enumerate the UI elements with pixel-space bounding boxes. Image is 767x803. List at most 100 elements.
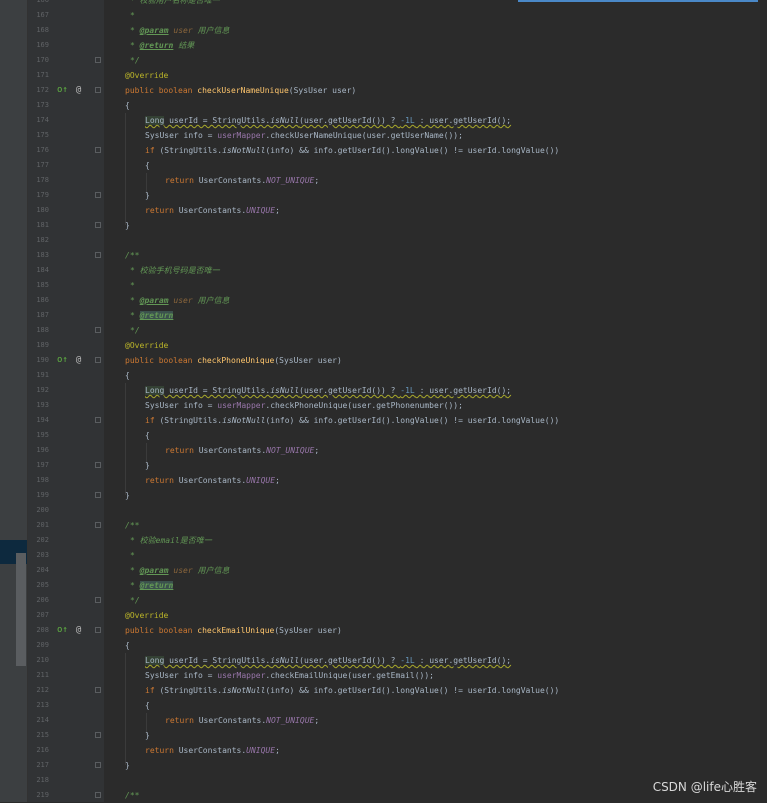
code-line: 176 if (StringUtils.isNotNull(info) && in… bbox=[0, 143, 767, 158]
brace: { bbox=[125, 641, 130, 650]
line-number: 173 bbox=[36, 101, 49, 109]
override-marker-icon[interactable]: o↑ @ bbox=[57, 623, 81, 638]
line-number: 192 bbox=[36, 386, 49, 394]
fold-icon[interactable] bbox=[95, 252, 101, 258]
fold-icon[interactable] bbox=[95, 792, 101, 798]
line-number: 180 bbox=[36, 206, 49, 214]
line-number: 179 bbox=[36, 191, 49, 199]
method-name: checkPhoneUnique bbox=[197, 356, 275, 365]
fold-icon[interactable] bbox=[95, 327, 101, 333]
code-editor[interactable]: 166 * 校验用户名称是否唯一 167 * 168 * @param user 用户… bbox=[0, 0, 767, 803]
code-line: 203 * bbox=[0, 548, 767, 563]
code-line: 201 /** bbox=[0, 518, 767, 533]
method-signature: public boolean checkPhoneUnique(SysUser … bbox=[125, 356, 342, 365]
doc-comment: * 校验email是否唯一 bbox=[130, 536, 212, 545]
line-number: 214 bbox=[36, 716, 49, 724]
fold-icon[interactable] bbox=[95, 687, 101, 693]
code-line: 181} bbox=[0, 218, 767, 233]
fold-icon[interactable] bbox=[95, 357, 101, 363]
fold-icon[interactable] bbox=[95, 492, 101, 498]
line-number: 200 bbox=[36, 506, 49, 514]
fold-icon[interactable] bbox=[95, 732, 101, 738]
line-number: 183 bbox=[36, 251, 49, 259]
line-number: 216 bbox=[36, 746, 49, 754]
brace: } bbox=[145, 191, 150, 200]
brace: { bbox=[145, 431, 150, 440]
line-number: 187 bbox=[36, 311, 49, 319]
statement-userid: Long userId = StringUtils.isNull(user.ge… bbox=[145, 116, 512, 125]
doc-comment: * bbox=[130, 281, 135, 290]
doc-comment: * @param user 用户信息 bbox=[130, 566, 230, 575]
line-number: 199 bbox=[36, 491, 49, 499]
code-line: 173 { bbox=[0, 98, 767, 113]
line-number: 194 bbox=[36, 416, 49, 424]
doc-comment: */ bbox=[130, 56, 140, 65]
line-number: 188 bbox=[36, 326, 49, 334]
fold-icon[interactable] bbox=[95, 57, 101, 63]
code-line: 216 return UserConstants.UNIQUE; bbox=[0, 743, 767, 758]
line-number: 201 bbox=[36, 521, 49, 529]
code-line: 170 */ bbox=[0, 53, 767, 68]
fold-icon[interactable] bbox=[95, 87, 101, 93]
code-line: 215} bbox=[0, 728, 767, 743]
doc-tag-return: @return bbox=[139, 41, 174, 50]
line-number: 191 bbox=[36, 371, 49, 379]
code-line: 180 return UserConstants.UNIQUE; bbox=[0, 203, 767, 218]
override-marker-icon[interactable]: o↑ @ bbox=[57, 353, 81, 368]
brace: } bbox=[125, 221, 130, 230]
code-line: 196 return UserConstants.NOT_UNIQUE; bbox=[0, 443, 767, 458]
code-line: 211 SysUser info = userMapper.checkEmailU… bbox=[0, 668, 767, 683]
code-line: 212 if (StringUtils.isNotNull(info) && in… bbox=[0, 683, 767, 698]
line-number: 207 bbox=[36, 611, 49, 619]
code-line: 192 Long userId = StringUtils.isNull(user… bbox=[0, 383, 767, 398]
method-signature: public boolean checkUserNameUnique(SysUs… bbox=[125, 86, 357, 95]
doc-comment: /** bbox=[125, 251, 140, 260]
line-number: 198 bbox=[36, 476, 49, 484]
code-line: 193 SysUser info = userMapper.checkPhoneU… bbox=[0, 398, 767, 413]
statement-if: if (StringUtils.isNotNull(info) && info.… bbox=[145, 686, 560, 695]
fold-icon[interactable] bbox=[95, 462, 101, 468]
line-number: 218 bbox=[36, 776, 49, 784]
code-line: 202 * 校验email是否唯一 bbox=[0, 533, 767, 548]
code-line: 210 Long userId = StringUtils.isNull(user… bbox=[0, 653, 767, 668]
code-line: 204 * @param user 用户信息 bbox=[0, 563, 767, 578]
code-line: 178 return UserConstants.NOT_UNIQUE; bbox=[0, 173, 767, 188]
doc-comment: * 校验用户名称是否唯一 bbox=[130, 0, 220, 5]
statement-return: return UserConstants.NOT_UNIQUE; bbox=[165, 716, 320, 725]
line-number: 190 bbox=[36, 356, 49, 364]
code-line: 194 if (StringUtils.isNotNull(info) && in… bbox=[0, 413, 767, 428]
line-number: 166 bbox=[36, 0, 49, 4]
code-line: 206 */ bbox=[0, 593, 767, 608]
code-line: 200 bbox=[0, 503, 767, 518]
line-number: 215 bbox=[36, 731, 49, 739]
fold-icon[interactable] bbox=[95, 417, 101, 423]
doc-comment: * @return bbox=[130, 311, 174, 320]
code-line: 185 * bbox=[0, 278, 767, 293]
line-number: 210 bbox=[36, 656, 49, 664]
code-line: 195 { bbox=[0, 428, 767, 443]
fold-icon[interactable] bbox=[95, 522, 101, 528]
statement-userid: Long userId = StringUtils.isNull(user.ge… bbox=[145, 386, 512, 395]
statement-info: SysUser info = userMapper.checkUserNameU… bbox=[145, 131, 463, 140]
fold-icon[interactable] bbox=[95, 597, 101, 603]
statement-info: SysUser info = userMapper.checkPhoneUniq… bbox=[145, 401, 463, 410]
doc-tag-return: @return bbox=[139, 581, 174, 590]
fold-icon[interactable] bbox=[95, 762, 101, 768]
fold-icon[interactable] bbox=[95, 147, 101, 153]
line-number: 176 bbox=[36, 146, 49, 154]
line-number: 181 bbox=[36, 221, 49, 229]
doc-comment: * @param user 用户信息 bbox=[130, 26, 230, 35]
override-marker-icon[interactable]: o↑ @ bbox=[57, 83, 81, 98]
line-number: 205 bbox=[36, 581, 49, 589]
doc-tag-param: @param bbox=[139, 26, 169, 35]
method-signature: public boolean checkEmailUnique(SysUser … bbox=[125, 626, 342, 635]
code-line: 169 * @return 结果 bbox=[0, 38, 767, 53]
line-number: 185 bbox=[36, 281, 49, 289]
statement-return: return UserConstants.UNIQUE; bbox=[145, 206, 280, 215]
fold-icon[interactable] bbox=[95, 627, 101, 633]
fold-icon[interactable] bbox=[95, 192, 101, 198]
statement-if: if (StringUtils.isNotNull(info) && info.… bbox=[145, 416, 560, 425]
doc-tag-return: @return bbox=[139, 311, 174, 320]
code-line: 214 return UserConstants.NOT_UNIQUE; bbox=[0, 713, 767, 728]
fold-icon[interactable] bbox=[95, 222, 101, 228]
